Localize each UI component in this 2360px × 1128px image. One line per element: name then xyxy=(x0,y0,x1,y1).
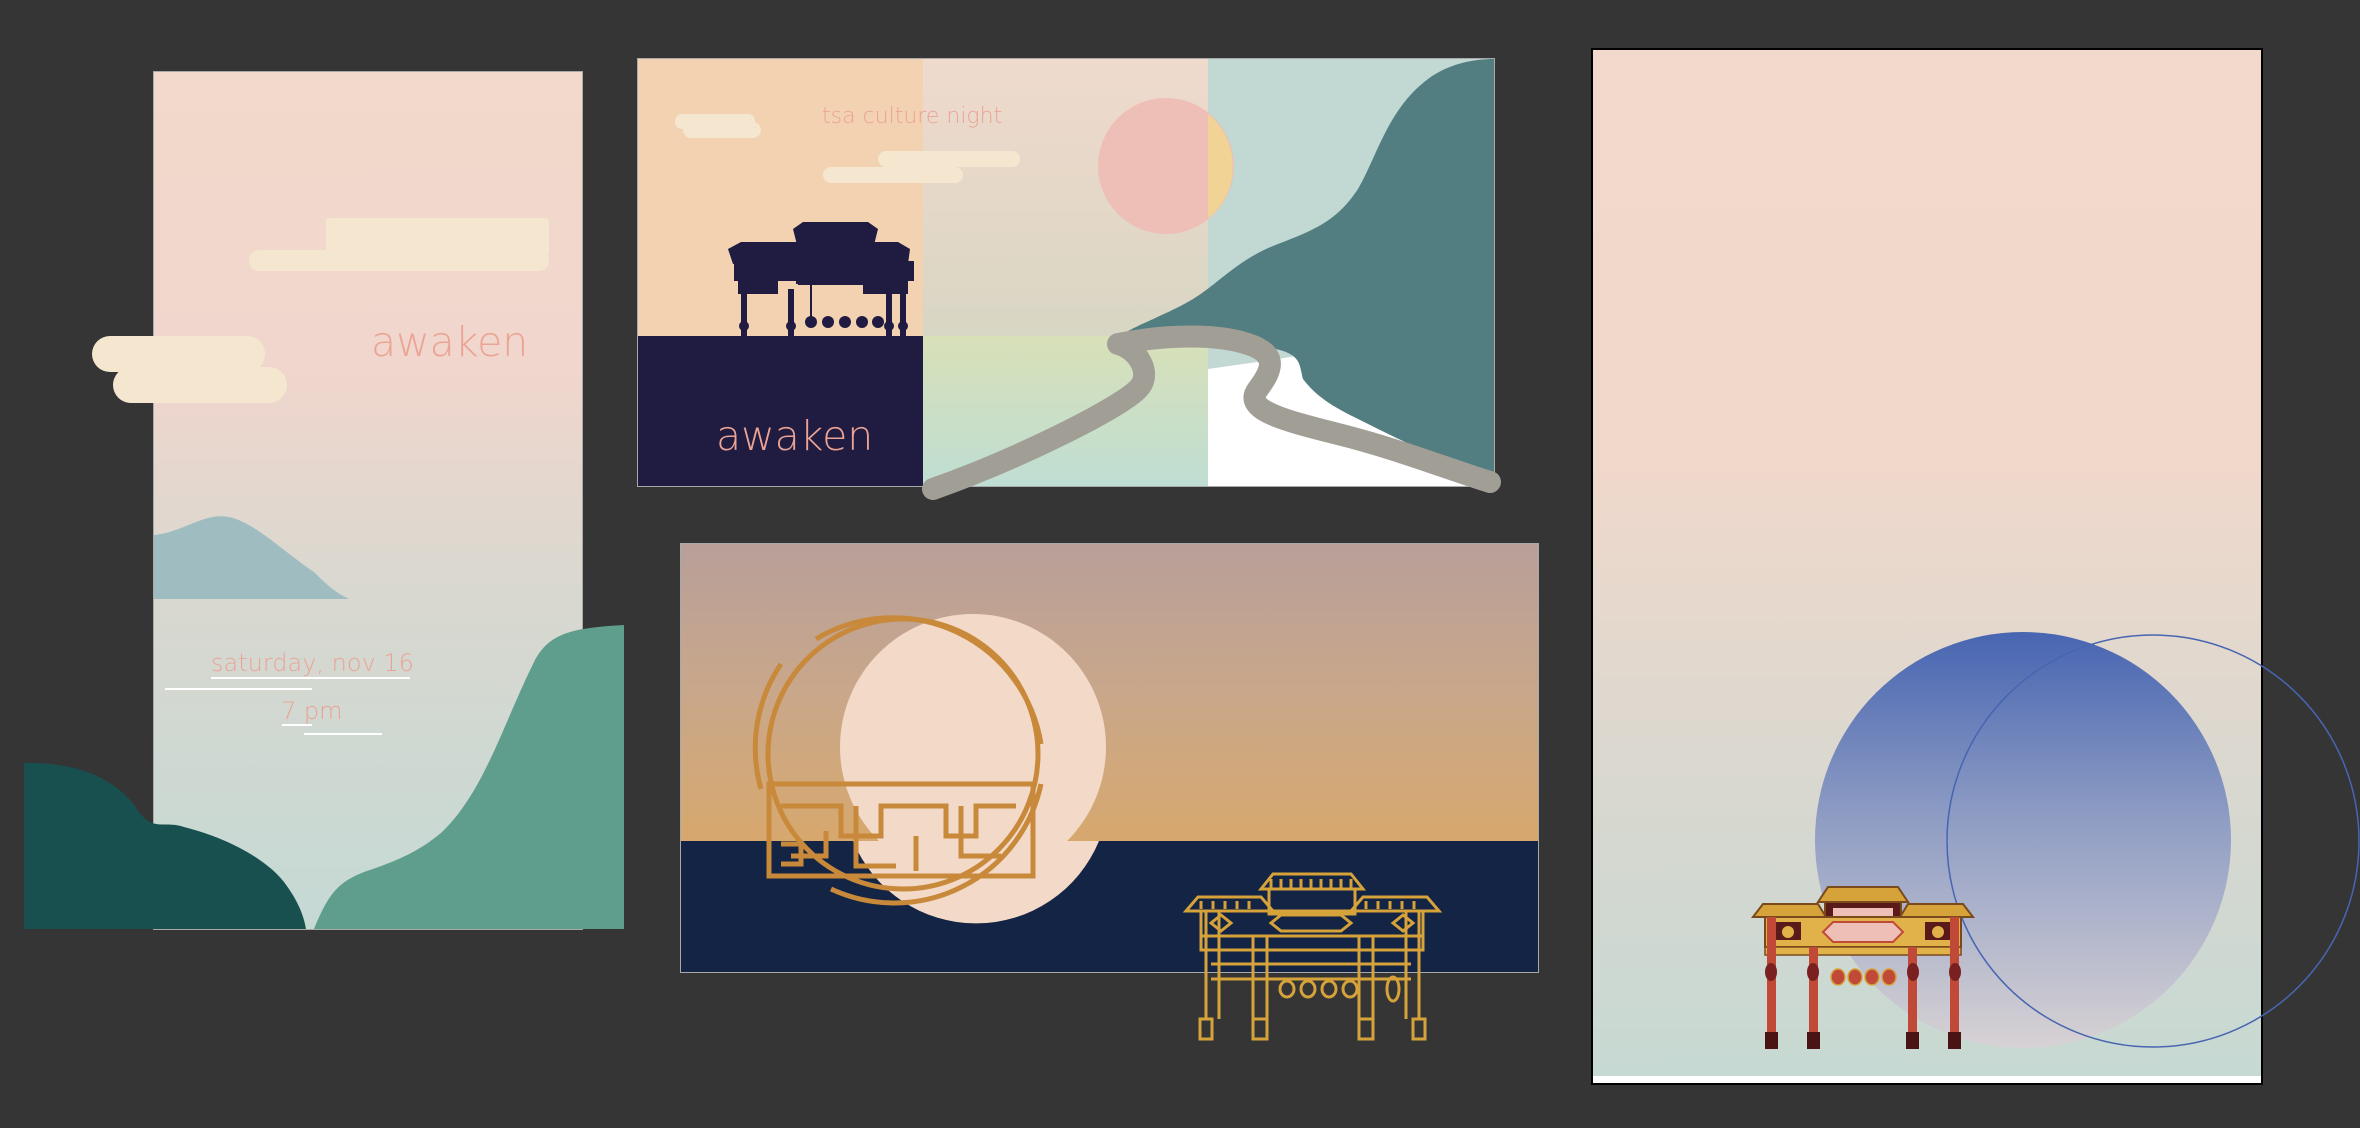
banner-wide-artboard[interactable]: tsa culture night awaken xyxy=(637,58,1501,500)
bottom-strip xyxy=(1593,1076,2261,1083)
poster-vertical-scene xyxy=(24,218,624,929)
panel-mid-water xyxy=(923,336,1208,486)
moon-disc xyxy=(840,614,1106,880)
poster-time: 7 pm xyxy=(281,697,343,725)
moon xyxy=(1098,98,1234,234)
poster-date: saturday, nov 16 xyxy=(211,649,414,677)
banner-moon-artboard[interactable] xyxy=(680,543,1539,1041)
cloud-left xyxy=(92,336,287,403)
mountain-left xyxy=(24,762,306,929)
archway-gate-icon xyxy=(1182,872,1443,1041)
banner-subtitle: tsa culture night xyxy=(822,104,1003,129)
poster-vertical-artboard[interactable]: awaken saturday, nov 16 7 pm xyxy=(24,71,624,930)
panel-left-ground xyxy=(638,336,923,486)
poster-title: awaken xyxy=(371,318,529,366)
dusk-sky xyxy=(681,544,1538,841)
red-archway-gate-icon xyxy=(1750,886,1976,1049)
panel-left-sky xyxy=(638,59,923,336)
cloud-top xyxy=(249,218,549,271)
poster-blue-moon-artboard[interactable] xyxy=(1591,48,2360,1085)
mountain-distant xyxy=(154,516,349,599)
banner-title: awaken xyxy=(716,412,874,460)
